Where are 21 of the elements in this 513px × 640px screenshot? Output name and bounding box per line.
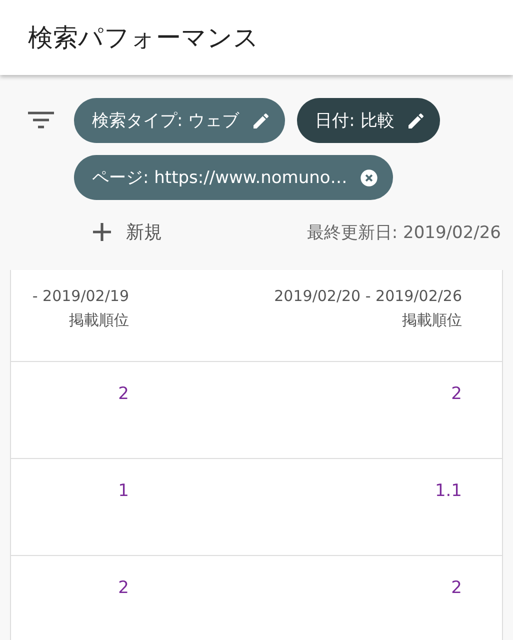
filter-chip[interactable]: ページ: https://www.nomuno… bbox=[74, 155, 394, 200]
column-date-range: 2019/02/20 - 2019/02/26 bbox=[274, 287, 462, 305]
pencil-icon bbox=[406, 110, 426, 130]
clear-icon bbox=[359, 168, 380, 188]
plus-icon bbox=[92, 222, 112, 242]
column-header: 掲載順位 bbox=[402, 311, 462, 330]
last-updated-text: 最終更新日: 2019/02/26 bbox=[306, 222, 501, 244]
column-date-range: - 2019/02/19 bbox=[32, 287, 129, 305]
column-header: 掲載順位 bbox=[69, 311, 129, 330]
new-button[interactable]: 新規 bbox=[92, 220, 162, 244]
page-title: 検索パフォーマンス bbox=[28, 22, 259, 54]
table-cell-text: 1 bbox=[118, 480, 129, 503]
table-cell-text: 1.1 bbox=[434, 480, 462, 503]
filter-chip[interactable]: 日付: 比較 bbox=[297, 98, 440, 143]
table-cell-text: 2 bbox=[451, 383, 462, 406]
pencil-icon bbox=[251, 110, 272, 130]
table-cell-text: 2 bbox=[118, 383, 129, 406]
table-cell-text: 2 bbox=[118, 577, 129, 600]
filter-icon[interactable] bbox=[28, 110, 54, 130]
table-cell-text: 2 bbox=[451, 577, 462, 600]
filter-chip[interactable]: 検索タイプ: ウェブ bbox=[74, 98, 286, 143]
